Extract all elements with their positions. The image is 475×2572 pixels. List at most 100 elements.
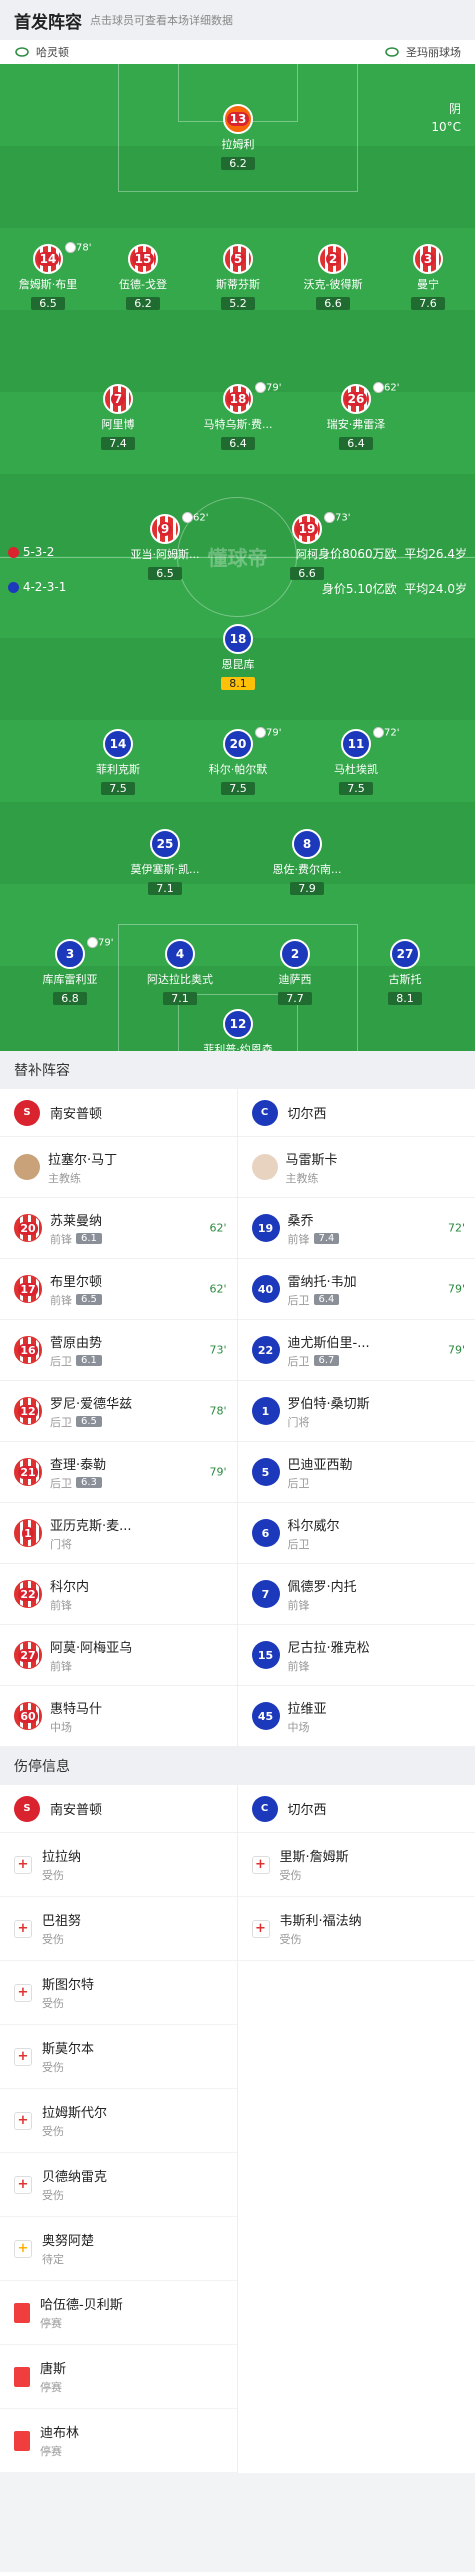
sub-player-row[interactable]: 40 雷纳托·韦加 后卫 6.4 79'	[237, 1259, 475, 1320]
jersey-icon: 13	[223, 104, 253, 134]
sub-player-row[interactable]: 27 阿莫·阿梅亚乌 前锋	[0, 1625, 237, 1686]
away-age: 平均24.0岁	[404, 582, 467, 596]
jersey-icon: 6	[251, 1519, 280, 1547]
home-player[interactable]: 13 拉姆利 6.2	[183, 104, 293, 171]
home-player[interactable]: 2 沃克-彼得斯 6.6	[278, 244, 388, 311]
player-number: 45	[257, 1709, 274, 1723]
injury-status: 停赛	[40, 2381, 62, 2394]
sub-player-row[interactable]: 12 罗尼·爱德华兹 后卫 6.5 78'	[0, 1381, 237, 1442]
home-player[interactable]: 19 阿柯 6.6 73'	[252, 512, 362, 581]
sub-player-row[interactable]: 60 惠特马什 中场	[0, 1686, 237, 1747]
player-name: 罗尼·爱德华兹	[50, 1396, 133, 1412]
player-name: 拉拉纳	[42, 1850, 82, 1865]
player-rating: 6.2	[221, 157, 255, 170]
sub-player-row[interactable]: 22 科尔内 前锋	[0, 1564, 237, 1625]
player-rating: 6.5	[76, 1416, 102, 1427]
away-player[interactable]: 18 恩昆库 8.1	[183, 624, 293, 691]
southampton-logo-icon: S	[14, 1099, 40, 1126]
sub-player-row[interactable]: 20 苏莱曼纳 前锋 6.1 62'	[0, 1198, 237, 1259]
injury-status: 受伤	[42, 2125, 64, 2138]
player-rating: 6.7	[313, 1355, 340, 1366]
jersey-icon: 16	[14, 1336, 42, 1364]
home-player[interactable]: 5 斯蒂芬斯 5.2	[183, 244, 293, 311]
away-player[interactable]: 14 菲利克斯 7.5	[63, 729, 173, 796]
sub-in-minute: 73'	[209, 1343, 227, 1357]
away-player[interactable]: 8 恩佐·费尔南... 7.9	[252, 829, 362, 896]
injury-row: 唐斯 停赛	[0, 2345, 237, 2409]
home-player[interactable]: 15 伍德-戈登 6.2	[88, 244, 198, 311]
player-name: 亚历克斯·麦...	[50, 1518, 132, 1534]
home-player[interactable]: 7 阿里博 7.4	[63, 384, 173, 451]
injury-icon: +	[14, 2111, 32, 2130]
player-name: 斯蒂芬斯	[216, 278, 260, 291]
jersey-icon: 7	[103, 384, 133, 414]
home-player[interactable]: 3 曼宁 7.6	[373, 244, 475, 311]
subs-columns: S 南安普顿 拉塞尔·马丁 主教练 20 苏莱曼纳 前锋 6.1 62' 17 布里尔顿 前锋 6.…	[0, 1089, 475, 1747]
home-player[interactable]: 18 马特乌斯·费... 6.4 79'	[183, 382, 293, 451]
player-name: 拉姆利	[221, 138, 255, 151]
away-player[interactable]: 27 古斯托 8.1	[350, 939, 460, 1006]
player-number: 19	[257, 1221, 274, 1235]
player-number: 12	[229, 1017, 247, 1031]
sub-player-row[interactable]: 19 桑乔 前锋 7.4 72'	[237, 1198, 475, 1259]
sub-player-row[interactable]: 45 拉维亚 中场	[237, 1686, 475, 1747]
red-card-icon	[14, 2366, 30, 2387]
player-rating: 6.1	[76, 1233, 102, 1244]
injury-section-title: 伤停信息	[0, 1747, 475, 1785]
player-rating: 7.7	[278, 992, 312, 1005]
player-number: 6	[261, 1526, 270, 1540]
subs-home-team: S 南安普顿	[0, 1089, 237, 1137]
weather-temp: 10°C	[431, 120, 461, 134]
player-rating: 7.4	[313, 1233, 340, 1244]
sub-player-row[interactable]: 17 布里尔顿 前锋 6.5 62'	[0, 1259, 237, 1320]
coach-home[interactable]: 拉塞尔·马丁 主教练	[0, 1137, 237, 1198]
coach-away[interactable]: 马雷斯卡 主教练	[237, 1137, 475, 1198]
player-number: 14	[109, 737, 127, 751]
player-number: 7	[261, 1587, 270, 1601]
subs-section-title: 替补阵容	[0, 1051, 475, 1089]
sub-in-minute: 62'	[209, 1221, 227, 1235]
pitch: 懂球帝 5-3-2 身价8060万欧 平均26.4岁 4-2-3-1 身价5.1…	[0, 64, 475, 1051]
sub-player-row[interactable]: 5 巴迪亚西勒 后卫	[237, 1442, 475, 1503]
away-player[interactable]: 25 莫伊塞斯·凯... 7.1	[110, 829, 220, 896]
player-number: 3	[65, 947, 75, 961]
sub-player-row[interactable]: 16 菅原由势 后卫 6.1 73'	[0, 1320, 237, 1381]
home-player[interactable]: 9 亚当·阿姆斯... 6.5 62'	[110, 512, 220, 581]
player-number: 5	[230, 252, 246, 266]
substitution-icon	[65, 242, 76, 253]
sub-player-row[interactable]: 1 亚历克斯·麦... 门将	[0, 1503, 237, 1564]
sub-player-row[interactable]: 22 迪尤斯伯里-... 后卫 6.7 79'	[237, 1320, 475, 1381]
player-name: 韦斯利·福法纳	[279, 1914, 362, 1929]
jersey-icon: 18	[223, 624, 253, 654]
player-number: 26	[344, 392, 368, 406]
sub-player-row[interactable]: 15 尼古拉·雅克松 前锋	[237, 1625, 475, 1686]
player-rating: 6.4	[339, 437, 373, 450]
jersey-icon: 11	[341, 729, 371, 759]
injury-status: 受伤	[42, 1869, 64, 1882]
substitution-icon	[255, 727, 266, 738]
sub-player-row[interactable]: 7 佩德罗·内托 前锋	[237, 1564, 475, 1625]
sub-player-row[interactable]: 6 科尔威尔 后卫	[237, 1503, 475, 1564]
jersey-icon: 4	[165, 939, 195, 969]
home-player[interactable]: 26 瑞安·弗雷泽 6.4 62'	[301, 382, 411, 451]
away-player[interactable]: 12菲利普·约恩森7.1	[183, 1009, 293, 1051]
away-player[interactable]: 11 马杜埃凯 7.5 72'	[301, 727, 411, 796]
sub-player-row[interactable]: 1 罗伯特·桑切斯 门将	[237, 1381, 475, 1442]
player-number: 15	[131, 252, 155, 266]
player-position: 后卫	[287, 1354, 310, 1368]
player-number: 22	[257, 1343, 274, 1357]
player-name: 尼古拉·雅克松	[287, 1640, 370, 1656]
injury-icon: +	[14, 1983, 32, 2002]
player-name: 巴迪亚西勒	[287, 1457, 353, 1473]
sub-player-row[interactable]: 21 查理·泰勒 后卫 6.3 79'	[0, 1442, 237, 1503]
player-number: 3	[420, 252, 436, 266]
jersey-icon: 14	[103, 729, 133, 759]
subs-away-column: C 切尔西 马雷斯卡 主教练 19 桑乔 前锋 7.4 72' 40 雷纳托·韦加 后卫 6.4 79…	[237, 1089, 475, 1747]
away-player[interactable]: 3 库库雷利亚 6.8 79'	[15, 937, 125, 1006]
player-rating: 7.1	[148, 882, 182, 895]
away-player[interactable]: 2 迪萨西 7.7	[240, 939, 350, 1006]
jersey-icon: 60	[14, 1702, 42, 1730]
away-player[interactable]: 4 阿达拉比奥式 7.1	[125, 939, 235, 1006]
away-player[interactable]: 20 科尔·帕尔默 7.5 79'	[183, 727, 293, 796]
player-number: 40	[257, 1282, 274, 1296]
